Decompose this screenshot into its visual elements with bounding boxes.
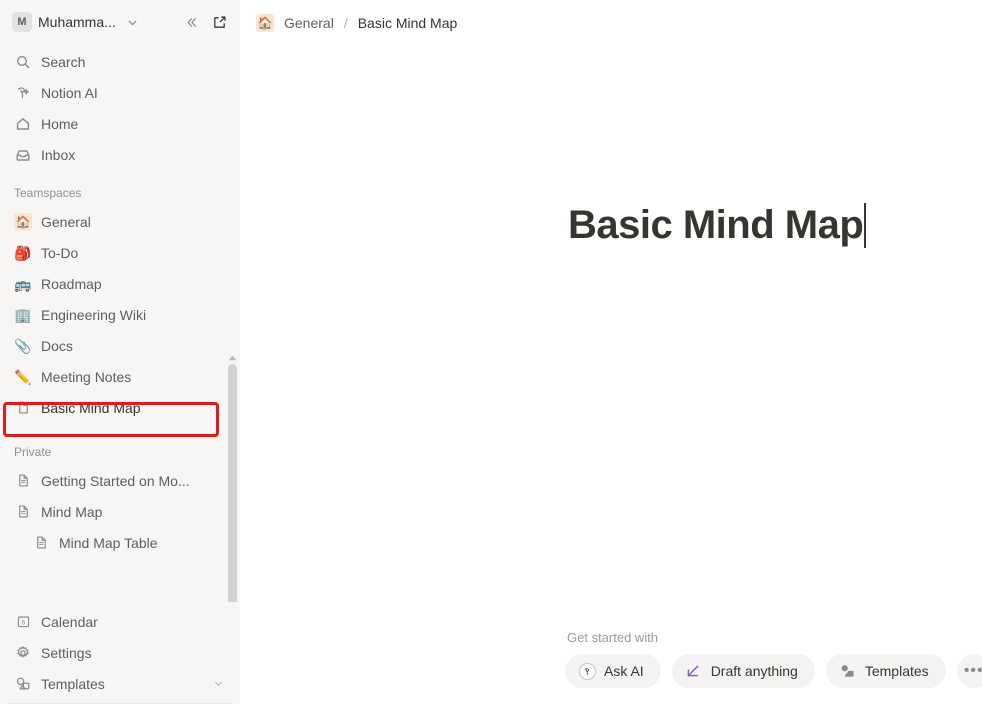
- sidebar-item-label: Engineering Wiki: [41, 306, 147, 323]
- svg-text:6: 6: [21, 619, 25, 626]
- sidebar-item-label: Mind Map Table: [59, 534, 158, 551]
- ask-ai-button[interactable]: Ask AI: [565, 654, 661, 688]
- gear-icon: [14, 644, 32, 662]
- sidebar-item-docs[interactable]: 📎 Docs: [8, 330, 232, 361]
- sidebar-item-templates[interactable]: Templates: [8, 668, 232, 699]
- get-started-buttons: Ask AI Draft anything Templates •••: [565, 654, 982, 688]
- sidebar-item-label: Mind Map: [41, 503, 103, 520]
- sidebar-item-calendar[interactable]: 6 Calendar: [8, 606, 232, 637]
- sidebar-item-engineering-wiki[interactable]: 🏢 Engineering Wiki: [8, 299, 232, 330]
- more-options-button[interactable]: •••: [956, 654, 982, 688]
- topbar: 🏠 General / Basic Mind Map: [240, 0, 982, 45]
- sidebar-item-home[interactable]: Home: [8, 108, 232, 139]
- notion-ai-icon: [14, 84, 32, 102]
- search-icon: [14, 53, 32, 71]
- breadcrumb-separator: /: [343, 14, 348, 31]
- page-icon: [14, 503, 32, 521]
- sidebar-bottom-nav: 6 Calendar Settings Templates: [0, 602, 240, 704]
- compose-square-icon[interactable]: [208, 11, 230, 33]
- private-section-label: Private: [14, 445, 52, 459]
- page-icon: [14, 399, 32, 417]
- get-started-label: Get started with: [567, 630, 659, 645]
- sidebar-item-label: General: [41, 213, 91, 230]
- scrollbar-thumb[interactable]: [228, 364, 237, 602]
- sidebar-item-notion-ai[interactable]: Notion AI: [8, 77, 232, 108]
- document-body: Basic Mind Map Get started with Ask AI D…: [240, 45, 982, 704]
- templates-icon: [14, 675, 32, 693]
- breadcrumb-parent[interactable]: General: [280, 13, 338, 33]
- backpack-emoji-icon: 🎒: [14, 244, 32, 261]
- ask-ai-label: Ask AI: [604, 663, 644, 679]
- sidebar-item-label: Basic Mind Map: [41, 399, 141, 416]
- sidebar-item-label: Home: [41, 115, 79, 132]
- sidebar-item-label: Search: [41, 53, 86, 70]
- templates-label: Templates: [864, 663, 929, 679]
- sidebar-quick-nav: Search Notion AI Home Inbox: [0, 44, 240, 174]
- breadcrumb-current[interactable]: Basic Mind Map: [354, 13, 462, 33]
- chevron-down-icon[interactable]: [213, 678, 224, 689]
- house-emoji-icon: 🏠: [256, 13, 274, 32]
- sidebar-item-label: Meeting Notes: [41, 368, 132, 385]
- home-icon: [14, 115, 32, 133]
- templates-icon: [839, 662, 857, 680]
- sidebar-item-label: Docs: [41, 337, 73, 354]
- scroll-up-arrow-icon[interactable]: [227, 352, 238, 364]
- pencil-emoji-icon: ✏️: [14, 368, 32, 385]
- ellipsis-icon: •••: [963, 662, 982, 679]
- page-title-editor[interactable]: Basic Mind Map: [568, 203, 867, 248]
- house-emoji-icon: 🏠: [14, 212, 32, 231]
- main-content: 🏠 General / Basic Mind Map Basic Mind Ma…: [240, 0, 982, 704]
- sidebar-scroll-area: Teamspaces 🏠 General 🎒 To-Do 🚌 Roadmap 🏢…: [0, 174, 240, 602]
- sidebar-item-mind-map-table[interactable]: Mind Map Table: [8, 527, 232, 558]
- paperclip-emoji-icon: 📎: [14, 337, 32, 354]
- sidebar-item-label: Calendar: [41, 613, 98, 630]
- workspace-avatar[interactable]: M: [12, 12, 32, 32]
- workspace-name[interactable]: Muhamma...: [38, 14, 116, 30]
- double-chevron-left-icon[interactable]: [180, 11, 202, 33]
- page-title: Basic Mind Map: [568, 203, 864, 247]
- sidebar-item-mind-map[interactable]: Mind Map: [8, 496, 232, 527]
- sidebar-item-label: Roadmap: [41, 275, 102, 292]
- inbox-icon: [14, 146, 32, 164]
- sidebar-item-label: Notion AI: [41, 84, 98, 101]
- page-icon: [14, 472, 32, 490]
- templates-button[interactable]: Templates: [825, 654, 946, 688]
- teamspaces-section-label: Teamspaces: [14, 186, 82, 200]
- sidebar-item-meeting-notes[interactable]: ✏️ Meeting Notes: [8, 361, 232, 392]
- get-started-panel: Get started with Ask AI Draft anything T…: [565, 630, 982, 688]
- app-root: M Muhamma... Search Notion AI Home Inbox…: [0, 0, 982, 704]
- sidebar-item-general[interactable]: 🏠 General: [8, 206, 232, 237]
- sidebar-item-label: To-Do: [41, 244, 79, 261]
- sidebar-item-to-do[interactable]: 🎒 To-Do: [8, 237, 232, 268]
- chevron-down-icon[interactable]: [122, 11, 144, 33]
- sidebar-item-roadmap[interactable]: 🚌 Roadmap: [8, 268, 232, 299]
- draft-anything-button[interactable]: Draft anything: [671, 654, 815, 688]
- sidebar-scrollbar[interactable]: [227, 352, 238, 602]
- sidebar: M Muhamma... Search Notion AI Home Inbox…: [0, 0, 240, 704]
- calendar-icon: 6: [14, 613, 32, 631]
- bus-emoji-icon: 🚌: [14, 275, 32, 292]
- sidebar-item-label: Getting Started on Mo...: [41, 472, 190, 489]
- ai-sparkle-icon: [578, 662, 596, 680]
- building-emoji-icon: 🏢: [14, 306, 32, 323]
- draft-anything-label: Draft anything: [710, 663, 798, 679]
- page-icon: [32, 534, 50, 552]
- sidebar-item-settings[interactable]: Settings: [8, 637, 232, 668]
- sidebar-item-basic-mind-map[interactable]: Basic Mind Map: [8, 392, 232, 423]
- sidebar-item-label: Inbox: [41, 146, 76, 163]
- sidebar-item-search[interactable]: Search: [8, 46, 232, 77]
- text-caret: [864, 203, 867, 248]
- sidebar-item-label: Templates: [41, 675, 105, 692]
- sidebar-item-getting-started[interactable]: Getting Started on Mo...: [8, 465, 232, 496]
- sidebar-item-label: Settings: [41, 644, 92, 661]
- sidebar-item-inbox[interactable]: Inbox: [8, 139, 232, 170]
- draft-pen-icon: [685, 662, 703, 680]
- sidebar-header: M Muhamma...: [0, 0, 240, 44]
